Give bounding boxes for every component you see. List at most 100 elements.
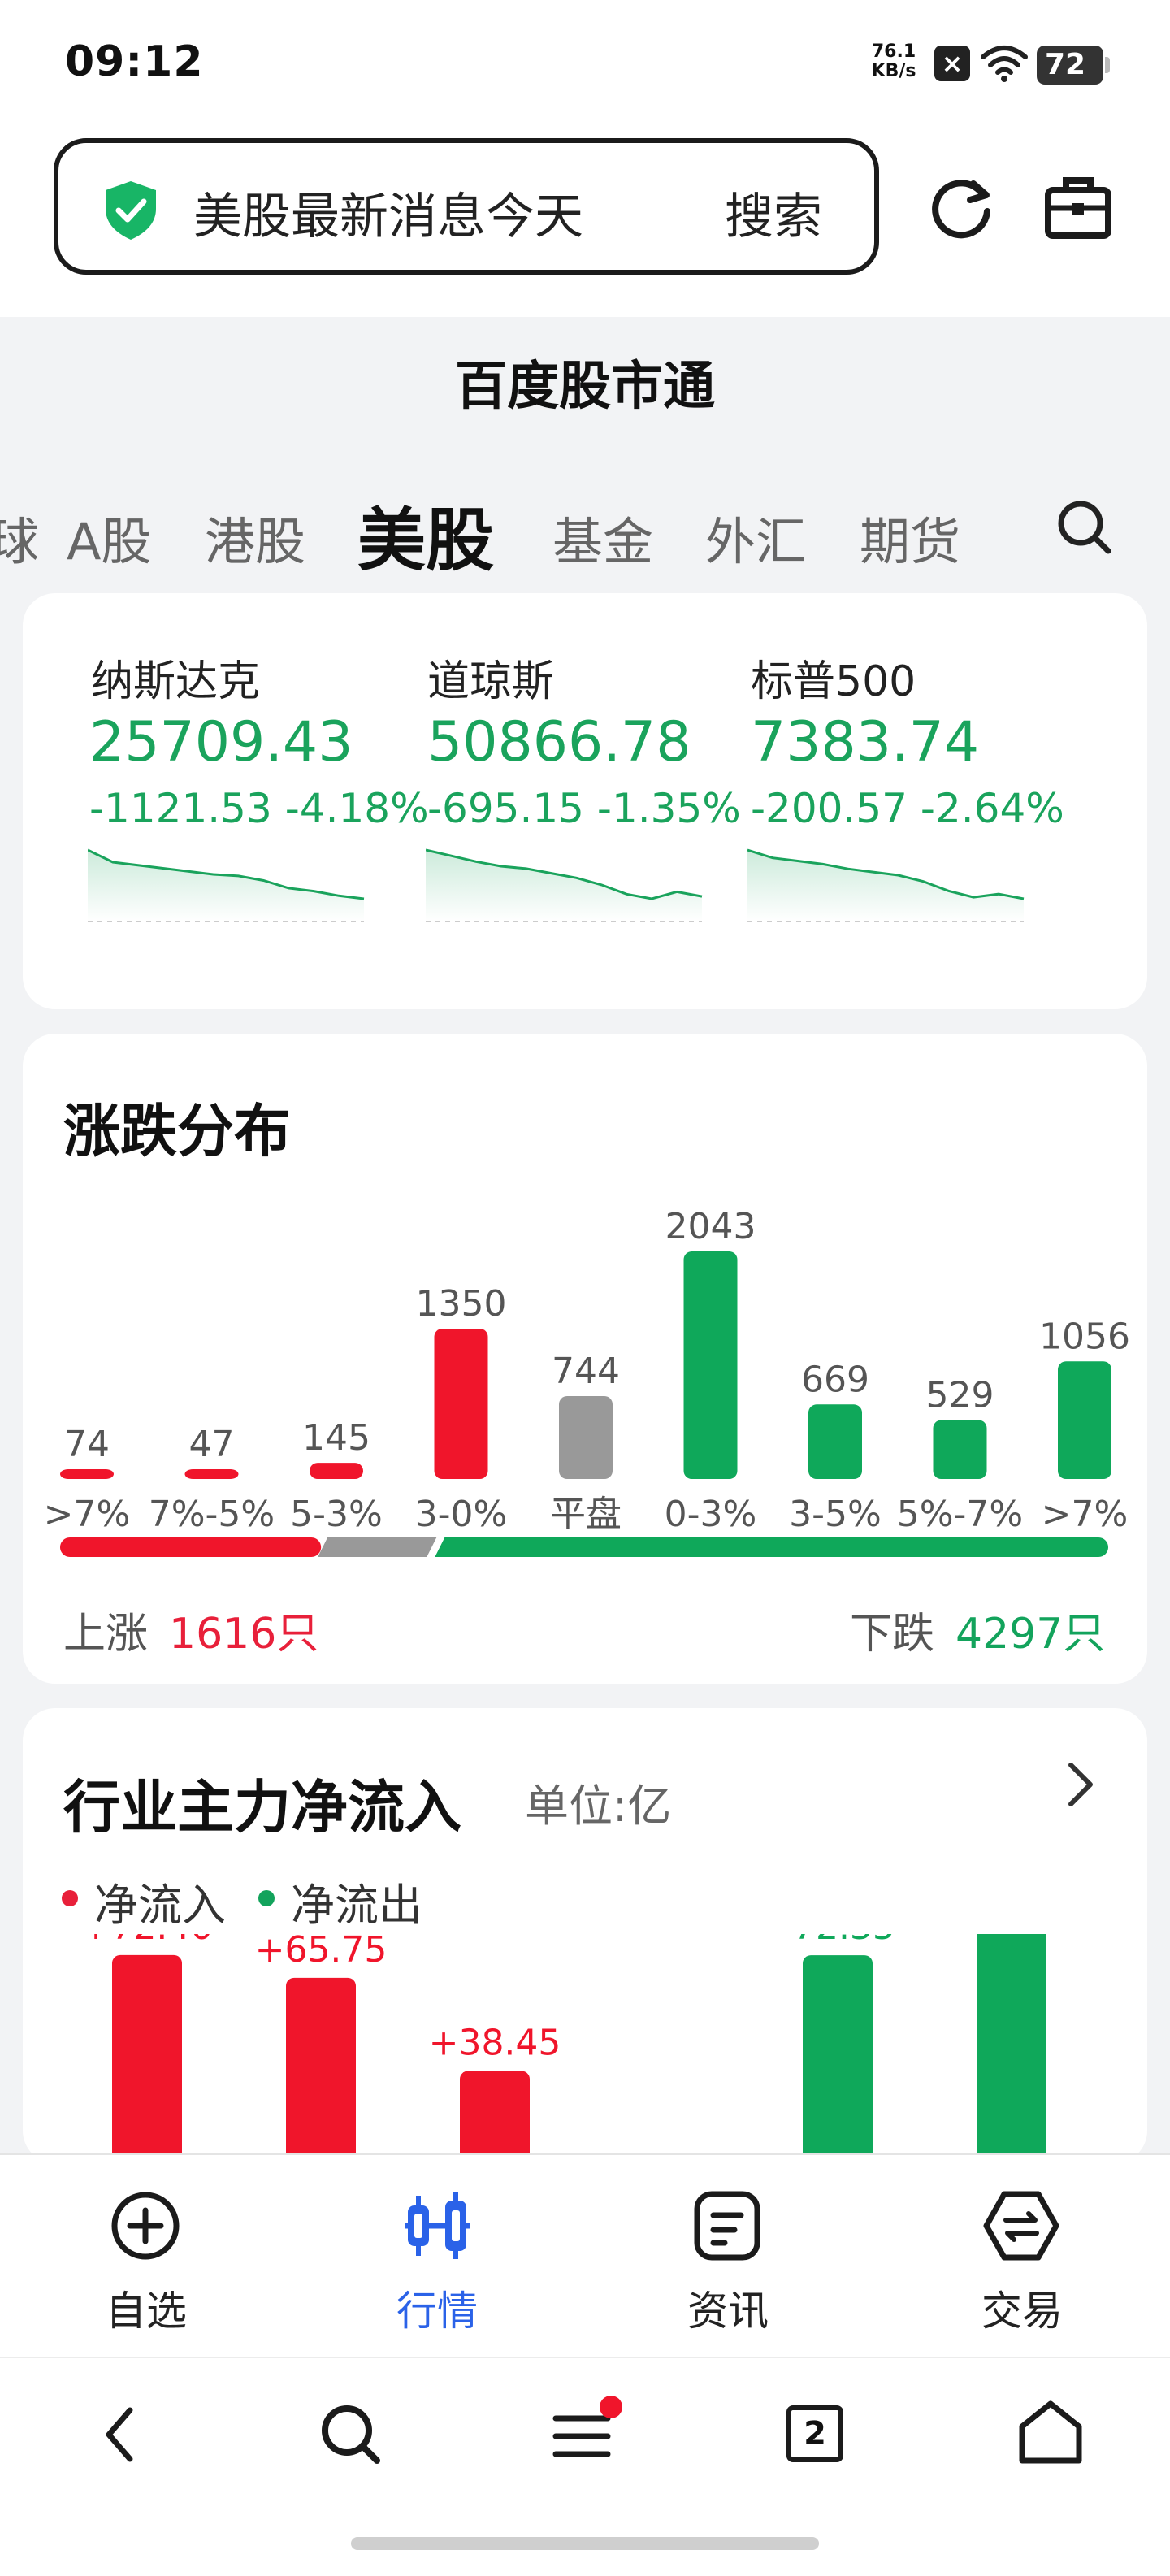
- news-icon[interactable]: [692, 2189, 762, 2262]
- outflow-legend-label: 净流出: [291, 1880, 422, 1931]
- index-change: -1121.53 -4.18%: [89, 785, 429, 832]
- distribution-category-label: 7%-5%: [149, 1494, 275, 1535]
- index-name: 标普500: [751, 657, 916, 706]
- index-change-percent: -1.35%: [596, 785, 741, 832]
- back-icon[interactable]: [96, 2402, 145, 2467]
- distribution-bar-value: 74: [64, 1424, 110, 1465]
- battery-icon: 72: [1037, 46, 1110, 85]
- page-title: 百度股市通: [455, 357, 715, 417]
- industry-flow-value: +72.40: [81, 1934, 214, 1948]
- inflow-legend-dot: [62, 1890, 78, 1906]
- search-button[interactable]: 搜索: [725, 177, 822, 248]
- industry-flow-value: +65.75: [255, 1934, 388, 1971]
- candlestick-icon[interactable]: [398, 2189, 476, 2262]
- distribution-category-label: >7%: [44, 1494, 131, 1535]
- distribution-category-label: >7%: [1042, 1494, 1129, 1535]
- tabs-count-button[interactable]: 2: [786, 2405, 843, 2462]
- chevron-right-icon[interactable]: [1060, 1759, 1100, 1811]
- index-change-points: -695.15: [427, 785, 584, 832]
- distribution-bar: [434, 1328, 488, 1479]
- rise-count: 1616只: [169, 1610, 319, 1659]
- distribution-bar-value: 529: [926, 1374, 994, 1416]
- tab-a-shares[interactable]: A股: [67, 501, 151, 574]
- distribution-bar-value: 47: [189, 1424, 235, 1465]
- industry-flow-value: +38.45: [429, 2023, 561, 2064]
- nav-market[interactable]: 行情: [364, 2279, 510, 2337]
- nasdaq-sparkline[interactable]: [88, 840, 372, 930]
- tab-hk-stocks[interactable]: 港股: [205, 501, 306, 574]
- tab-fade: [975, 488, 1024, 561]
- tab-forex[interactable]: 外汇: [705, 501, 806, 574]
- distribution-category-label: 0-3%: [665, 1494, 757, 1535]
- network-speed: 76.1 KB/s: [868, 42, 920, 81]
- trade-icon[interactable]: [983, 2189, 1060, 2262]
- index-change-percent: -2.64%: [920, 785, 1064, 832]
- industry-flow-bar: [460, 2071, 530, 2153]
- nav-watchlist[interactable]: 自选: [73, 2279, 219, 2337]
- fall-label: 下跌: [850, 1610, 935, 1659]
- outflow-legend-dot: [258, 1890, 275, 1906]
- flat-proportion-bar: [318, 1537, 437, 1557]
- distribution-title: 涨跌分布: [63, 1098, 291, 1164]
- industry-flow-unit: 单位:亿: [525, 1780, 672, 1832]
- network-speed-value: 76.1: [871, 41, 916, 62]
- rise-label: 上涨: [63, 1610, 149, 1659]
- industry-flow-bar: [977, 1934, 1046, 2153]
- home-indicator[interactable]: [351, 2537, 819, 2550]
- tab-partial[interactable]: 球: [0, 501, 39, 574]
- industry-flow-bar: [112, 1954, 182, 2153]
- distribution-category-label: 3-5%: [789, 1494, 882, 1535]
- industry-flow-chart[interactable]: +72.40+65.75+38.45-72.35-85.09: [23, 1934, 1147, 2153]
- menu-icon[interactable]: [549, 2394, 630, 2467]
- distribution-chart[interactable]: 74 >7% 47 7%-5% 145 5-3% 1350 3-0% 744 平盘 2043 0-3%…: [23, 1186, 1147, 1576]
- distribution-bar: [933, 1420, 987, 1479]
- distribution-category-label: 平盘: [550, 1494, 622, 1535]
- distribution-bar-value: 669: [801, 1359, 869, 1400]
- add-circle-icon[interactable]: [109, 2189, 182, 2262]
- distribution-bar: [559, 1396, 613, 1479]
- index-change-percent: -4.18%: [284, 785, 429, 832]
- distribution-bar: [1058, 1361, 1112, 1479]
- industry-flow-bar: [286, 1977, 356, 2153]
- search-icon[interactable]: [318, 2402, 384, 2467]
- distribution-bar-value: 1350: [416, 1283, 507, 1325]
- nav-news[interactable]: 资讯: [655, 2279, 801, 2337]
- search-icon[interactable]: [1056, 499, 1113, 556]
- distribution-bar-value: 744: [552, 1351, 620, 1392]
- tab-funds[interactable]: 基金: [552, 501, 653, 574]
- rise-proportion-bar: [60, 1537, 322, 1557]
- search-input[interactable]: 美股最新消息今天: [193, 177, 583, 248]
- shield-icon: [106, 181, 156, 240]
- fall-proportion-bar: [435, 1537, 1108, 1557]
- distribution-bar: [683, 1251, 738, 1479]
- tab-futures[interactable]: 期货: [860, 501, 960, 574]
- dow-sparkline[interactable]: [426, 840, 710, 930]
- distribution-bar: [808, 1404, 862, 1479]
- distribution-bar: [310, 1463, 363, 1479]
- index-value: 50866.78: [427, 710, 691, 774]
- clock: 09:12: [65, 37, 204, 86]
- distribution-category-label: 3-0%: [415, 1494, 508, 1535]
- refresh-icon[interactable]: [925, 172, 998, 245]
- toolbox-icon[interactable]: [1043, 172, 1113, 242]
- tab-us-stocks[interactable]: 美股: [358, 486, 494, 584]
- distribution-bar: [60, 1469, 114, 1479]
- index-change-points: -1121.53: [89, 785, 272, 832]
- index-value: 25709.43: [89, 710, 353, 774]
- index-change: -695.15 -1.35%: [427, 785, 741, 832]
- nav-trade[interactable]: 交易: [949, 2279, 1095, 2337]
- distribution-category-label: 5%-7%: [897, 1494, 1023, 1535]
- fall-count: 4297只: [956, 1610, 1106, 1659]
- index-change-points: -200.57: [751, 785, 908, 832]
- distribution-bar-value: 2043: [665, 1206, 756, 1247]
- sparkline-area: [88, 850, 364, 922]
- sp500-sparkline[interactable]: [748, 840, 1032, 930]
- industry-flow-value: -72.35: [780, 1934, 895, 1948]
- wifi-icon: [981, 46, 1028, 82]
- index-name: 道琼斯: [427, 657, 555, 706]
- no-signal-icon: ×: [934, 46, 970, 81]
- home-icon[interactable]: [1016, 2397, 1086, 2467]
- index-name: 纳斯达克: [91, 657, 261, 706]
- distribution-bar-value: 1056: [1039, 1316, 1130, 1357]
- distribution-bar-value: 145: [302, 1417, 370, 1459]
